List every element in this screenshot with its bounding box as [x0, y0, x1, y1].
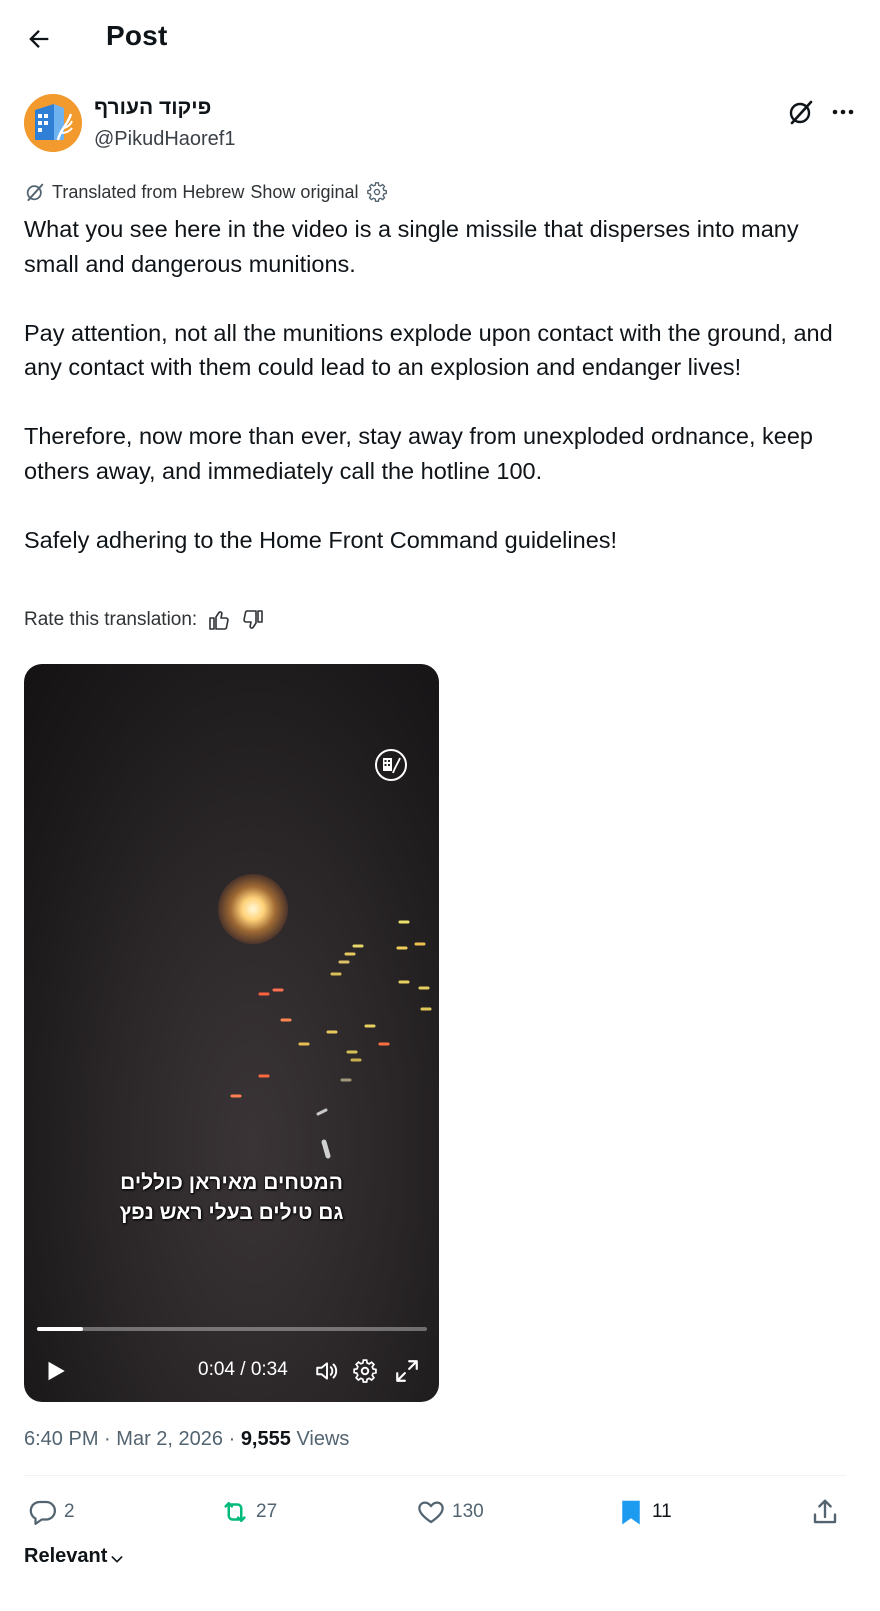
grok-icon [789, 100, 813, 125]
post-metadata: 6:40 PM · Mar 2, 2026 · 9,555 Views [24, 1428, 349, 1451]
like-button[interactable]: 130 [416, 1494, 484, 1530]
views-count: 9,555 [240, 1428, 291, 1450]
back-arrow-icon [29, 30, 49, 48]
volume-icon[interactable] [314, 1358, 340, 1384]
bookmark-button[interactable]: 11 [616, 1494, 672, 1530]
author-handle[interactable]: @PikudHaoref1 [94, 128, 235, 151]
repost-button[interactable]: 27 [220, 1494, 277, 1530]
video-player[interactable]: המטחים מאיראן כוללים גם טילים בעלי ראש נ… [24, 664, 439, 1402]
meta-separator: · [228, 1428, 236, 1450]
reply-button[interactable]: 2 [28, 1494, 75, 1530]
post-body: What you see here in the video is a sing… [24, 212, 844, 557]
reply-icon [29, 1500, 56, 1525]
sort-label: Relevant [24, 1545, 108, 1567]
repost-icon [224, 1502, 246, 1522]
bookmark-icon [622, 1500, 640, 1525]
submunitions-streaks [230, 920, 432, 1159]
play-icon[interactable] [42, 1358, 68, 1384]
author-display-name[interactable]: פיקוד העורף [94, 96, 211, 120]
post-date[interactable]: Mar 2, 2026 [116, 1428, 223, 1450]
home-front-command-logo-icon [24, 94, 82, 152]
divider [24, 1475, 846, 1476]
more-dots-icon [832, 109, 854, 115]
thumbs-up-icon[interactable] [207, 608, 231, 632]
post-time[interactable]: 6:40 PM [24, 1428, 98, 1450]
post-paragraph: Therefore, now more than ever, stay away… [24, 423, 814, 484]
rate-translation-label: Rate this translation: [24, 609, 198, 630]
grok-button[interactable] [786, 97, 816, 127]
video-progress-fill [37, 1327, 84, 1331]
views-label: Views [296, 1428, 350, 1450]
thumbs-down-icon[interactable] [241, 608, 265, 632]
page-title: Post [106, 20, 168, 51]
subtitle-line-2: גם טילים בעלי ראש נפץ [119, 1201, 344, 1224]
post-actions: 2 27 130 11 [24, 1494, 846, 1530]
grok-translate-icon [26, 183, 44, 202]
meta-separator: · [104, 1428, 111, 1450]
post-header: Post [0, 0, 880, 80]
video-progress-bar[interactable] [37, 1327, 427, 1331]
video-settings-icon[interactable] [352, 1358, 378, 1384]
show-original-link[interactable]: Show original [250, 182, 358, 203]
translation-settings-icon[interactable] [366, 181, 388, 203]
rate-translation-row: Rate this translation: [24, 606, 265, 634]
share-icon [813, 1499, 837, 1524]
more-options-button[interactable] [828, 97, 858, 127]
translation-info: Translated from Hebrew Show original [24, 180, 388, 204]
reply-count: 2 [64, 1501, 75, 1522]
avatar[interactable] [24, 94, 82, 152]
video-subtitles: המטחים מאיראן כוללים גם טילים בעלי ראש נ… [24, 1168, 439, 1228]
video-time: 0:04 / 0:34 [198, 1359, 288, 1380]
bookmark-count: 11 [652, 1501, 672, 1522]
share-button[interactable] [810, 1494, 846, 1530]
subtitle-line-1: המטחים מאיראן כוללים [120, 1171, 343, 1194]
fullscreen-icon[interactable] [394, 1358, 420, 1384]
repost-count: 27 [256, 1501, 278, 1522]
post-paragraph: Safely adhering to the Home Front Comman… [24, 526, 618, 553]
chevron-down-icon [111, 1555, 123, 1562]
heart-icon [418, 1501, 444, 1524]
post-paragraph: What you see here in the video is a sing… [24, 216, 799, 277]
back-button[interactable] [22, 22, 56, 56]
like-count: 130 [452, 1501, 484, 1522]
translated-from-label: Translated from Hebrew [52, 181, 245, 202]
video-controls: 0:04 / 0:34 [24, 1350, 439, 1390]
reply-sort-dropdown[interactable]: Relevant [24, 1545, 125, 1568]
post-paragraph: Pay attention, not all the munitions exp… [24, 319, 833, 381]
